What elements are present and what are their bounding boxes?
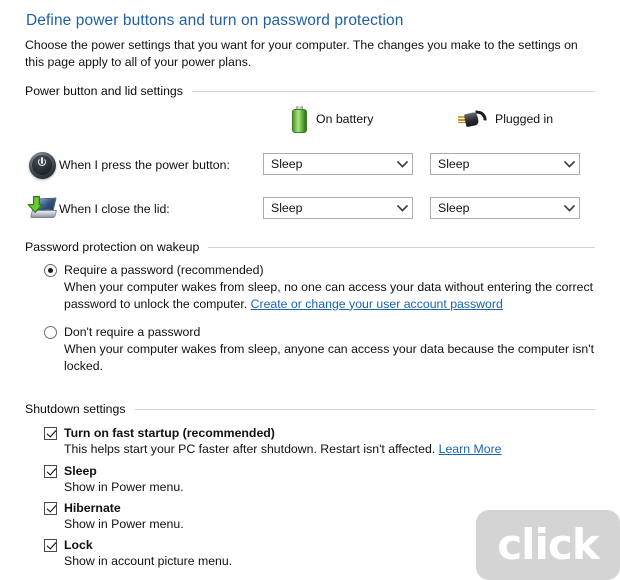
setting-label-power-button: When I press the power button: — [59, 158, 230, 172]
checkbox-sleep[interactable] — [44, 465, 57, 478]
column-header-on-battery: On battery — [292, 104, 373, 134]
radio-option-require-password[interactable]: Require a password (recommended) When yo… — [44, 263, 612, 312]
power-button-icon — [29, 152, 56, 179]
group-label: Power button and lid settings — [25, 84, 192, 98]
chevron-down-icon — [392, 205, 412, 212]
green-down-arrow-icon — [27, 196, 43, 214]
learn-more-link[interactable]: Learn More — [439, 442, 502, 456]
laptop-lid-icon-wrap — [25, 196, 59, 222]
checkbox-label-hibernate: Hibernate — [64, 501, 121, 515]
radio-option-dont-require-password[interactable]: Don't require a password When your compu… — [44, 325, 612, 374]
checkbox-label-sleep: Sleep — [64, 464, 97, 478]
battery-icon — [292, 106, 307, 133]
dropdown-power-button-on-battery[interactable]: Sleep — [263, 153, 413, 175]
checkbox-label-lock: Lock — [64, 538, 93, 552]
radio-label-require-password: Require a password (recommended) — [64, 263, 264, 277]
checkbox-option-fast-startup[interactable]: Turn on fast startup (recommended) This … — [44, 426, 502, 457]
create-or-change-password-link[interactable]: Create or change your user account passw… — [251, 297, 503, 311]
setting-label-close-lid: When I close the lid: — [59, 202, 170, 216]
dropdown-power-button-plugged-in[interactable]: Sleep — [430, 153, 580, 175]
setting-row-power-button: When I press the power button: — [25, 149, 230, 181]
group-header-shutdown-settings: Shutdown settings — [25, 402, 595, 416]
checkbox-description-lock: Show in account picture menu. — [64, 553, 232, 569]
checkbox-label-fast-startup: Turn on fast startup (recommended) — [64, 426, 275, 440]
radio-description-dont-require-password: When your computer wakes from sleep, any… — [64, 341, 612, 374]
watermark-badge: click — [476, 510, 620, 580]
setting-row-close-lid: When I close the lid: — [25, 193, 170, 225]
checkbox-description-fast-startup: This helps start your PC faster after sh… — [64, 441, 502, 457]
dropdown-value: Sleep — [431, 201, 559, 215]
page-description: Choose the power settings that you want … — [25, 37, 593, 70]
radio-button-dont-require-password[interactable] — [44, 326, 57, 339]
group-label: Shutdown settings — [25, 402, 135, 416]
checkbox-description-sleep: Show in Power menu. — [64, 479, 184, 495]
dropdown-close-lid-on-battery[interactable]: Sleep — [263, 197, 413, 219]
chevron-down-icon — [392, 161, 412, 168]
power-plug-icon — [458, 109, 486, 129]
group-divider-line — [208, 247, 595, 248]
watermark-text: click — [497, 524, 599, 566]
dropdown-close-lid-plugged-in[interactable]: Sleep — [430, 197, 580, 219]
group-divider-line — [135, 409, 596, 410]
checkbox-option-lock[interactable]: Lock Show in account picture menu. — [44, 538, 232, 569]
dropdown-value: Sleep — [431, 157, 559, 171]
checkbox-description-hibernate: Show in Power menu. — [64, 516, 184, 532]
column-label-on-battery: On battery — [316, 112, 373, 126]
description-text: This helps start your PC faster after sh… — [64, 442, 439, 456]
page-title: Define power buttons and turn on passwor… — [26, 12, 403, 30]
group-label: Password protection on wakeup — [25, 240, 208, 254]
dropdown-value: Sleep — [264, 201, 392, 215]
column-header-plugged-in: Plugged in — [458, 104, 553, 134]
checkbox-option-hibernate[interactable]: Hibernate Show in Power menu. — [44, 501, 184, 532]
group-header-power-button-and-lid-settings: Power button and lid settings — [25, 84, 595, 98]
checkbox-option-sleep[interactable]: Sleep Show in Power menu. — [44, 464, 184, 495]
laptop-lid-icon — [27, 196, 57, 222]
power-button-icon-wrap — [25, 152, 59, 179]
group-divider-line — [192, 91, 595, 92]
radio-description-require-password: When your computer wakes from sleep, no … — [64, 279, 612, 312]
checkbox-lock[interactable] — [44, 539, 57, 552]
chevron-down-icon — [559, 161, 579, 168]
checkbox-fast-startup[interactable] — [44, 427, 57, 440]
group-header-password-protection-on-wakeup: Password protection on wakeup — [25, 240, 595, 254]
radio-button-require-password[interactable] — [44, 264, 57, 277]
column-label-plugged-in: Plugged in — [495, 112, 553, 126]
chevron-down-icon — [559, 205, 579, 212]
checkbox-hibernate[interactable] — [44, 502, 57, 515]
radio-label-dont-require-password: Don't require a password — [64, 325, 200, 339]
dropdown-value: Sleep — [264, 157, 392, 171]
